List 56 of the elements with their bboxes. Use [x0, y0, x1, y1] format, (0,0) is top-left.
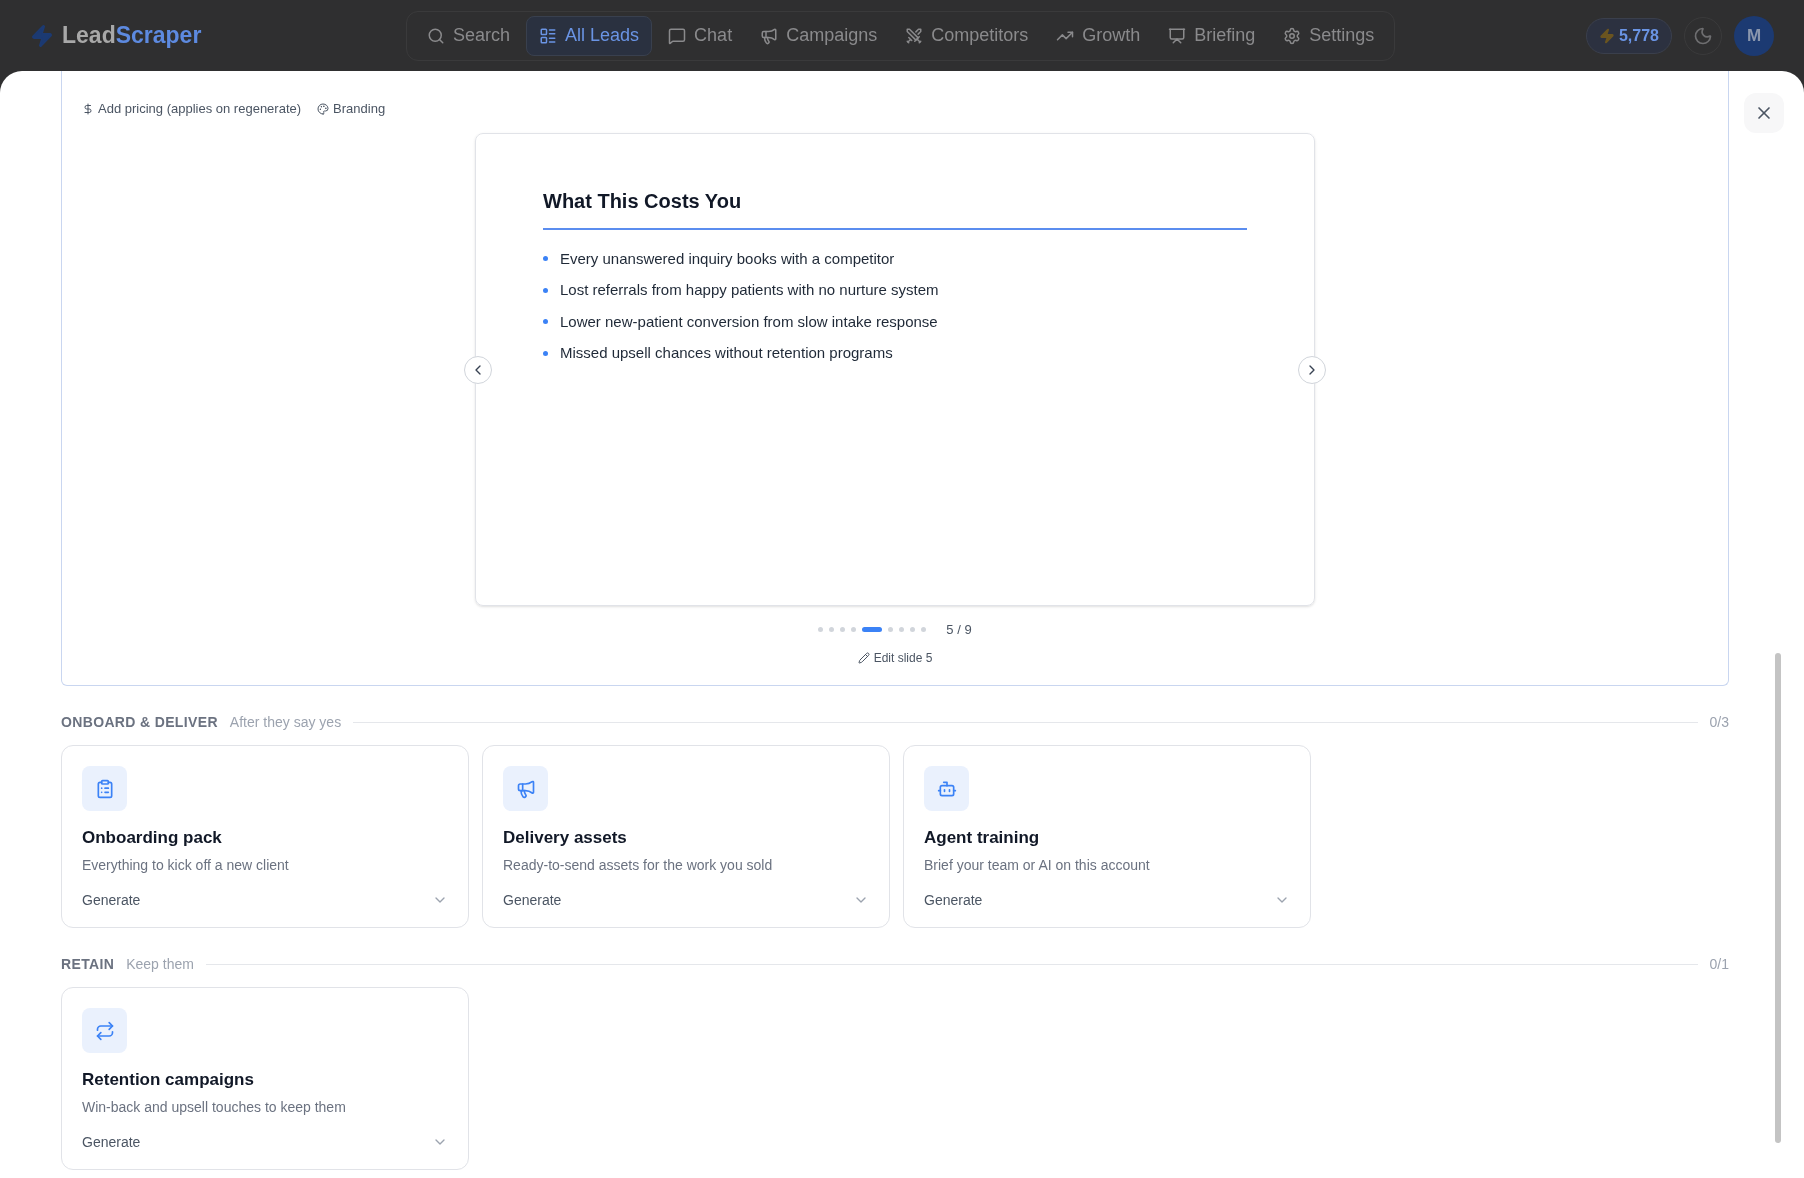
presentation-icon: [1168, 26, 1187, 45]
generate-dropdown[interactable]: Generate: [82, 889, 448, 911]
nav-tab[interactable]: All Leads: [526, 15, 653, 56]
megaphone-icon: [515, 778, 536, 799]
nav-tab[interactable]: Search: [415, 15, 523, 56]
slide-bullet: Lower new-patient conversion from slow intake response: [560, 311, 938, 332]
slide-bullet: Missed upsell chances without retention programs: [560, 343, 893, 363]
nav-tab[interactable]: Briefing: [1156, 15, 1268, 56]
section-title: RETAIN: [61, 955, 115, 974]
nav-tab[interactable]: Growth: [1044, 15, 1153, 56]
list-icon: [539, 26, 558, 45]
card-title: Onboarding pack: [82, 827, 223, 849]
card-description: Brief your team or AI on this account: [924, 855, 1151, 875]
palette-icon: [317, 102, 330, 115]
credits-badge[interactable]: 5,778: [1585, 17, 1672, 54]
generate-dropdown[interactable]: Generate: [924, 889, 1290, 911]
slide-bullet: Lost referrals from happy patients with no nurture system: [560, 280, 939, 300]
brand-logo[interactable]: LeadScraper: [62, 18, 202, 53]
toolbar-link[interactable]: Add pricing (applies on regenerate): [82, 99, 302, 119]
edit-slide-link[interactable]: Edit slide 5: [857, 649, 933, 667]
dollar-icon: [82, 102, 94, 115]
chat-icon: [668, 26, 687, 45]
previous-slide-button[interactable]: [464, 355, 492, 384]
slide-bullet: Every unanswered inquiry books with a competitor: [560, 248, 895, 269]
slide-title: What This Costs You: [543, 185, 1247, 230]
card-description: Everything to kick off a new client: [82, 855, 290, 875]
section-count: 0/3: [1709, 713, 1729, 732]
bolt-icon: [1598, 27, 1615, 44]
card-description: Win-back and upsell touches to keep them: [82, 1097, 347, 1117]
nav-tab[interactable]: Chat: [656, 15, 745, 56]
search-icon: [427, 26, 445, 45]
section-title: ONBOARD & DELIVER: [61, 713, 218, 732]
avatar[interactable]: M: [1734, 15, 1774, 56]
card-title: Agent training: [924, 827, 1041, 849]
card-title: Delivery assets: [503, 827, 628, 849]
next-slide-button[interactable]: [1298, 355, 1326, 384]
repeat-icon: [94, 1020, 115, 1041]
section-subtitle: Keep them: [126, 955, 194, 974]
swords-icon: [905, 26, 924, 45]
toolbar-link[interactable]: Branding: [317, 99, 386, 119]
close-button[interactable]: [1743, 93, 1784, 133]
card-title: Retention campaigns: [82, 1069, 255, 1091]
generate-dropdown[interactable]: Generate: [503, 889, 869, 911]
generate-dropdown[interactable]: Generate: [82, 1131, 448, 1153]
slide-counter: 5 / 9: [946, 620, 972, 639]
megaphone-icon: [760, 26, 779, 45]
moon-icon: [1693, 25, 1713, 46]
pencil-icon: [857, 652, 870, 664]
nav-tab[interactable]: Settings: [1271, 15, 1387, 56]
nav-tab[interactable]: Competitors: [893, 15, 1041, 56]
section-subtitle: After they say yes: [229, 713, 342, 732]
settings-icon: [1283, 26, 1302, 45]
bolt-logo-icon: [30, 23, 54, 48]
card-description: Ready-to-send assets for the work you sold: [503, 855, 774, 875]
nav-tab[interactable]: Campaigns: [748, 15, 890, 56]
section-count: 0/1: [1709, 955, 1729, 974]
